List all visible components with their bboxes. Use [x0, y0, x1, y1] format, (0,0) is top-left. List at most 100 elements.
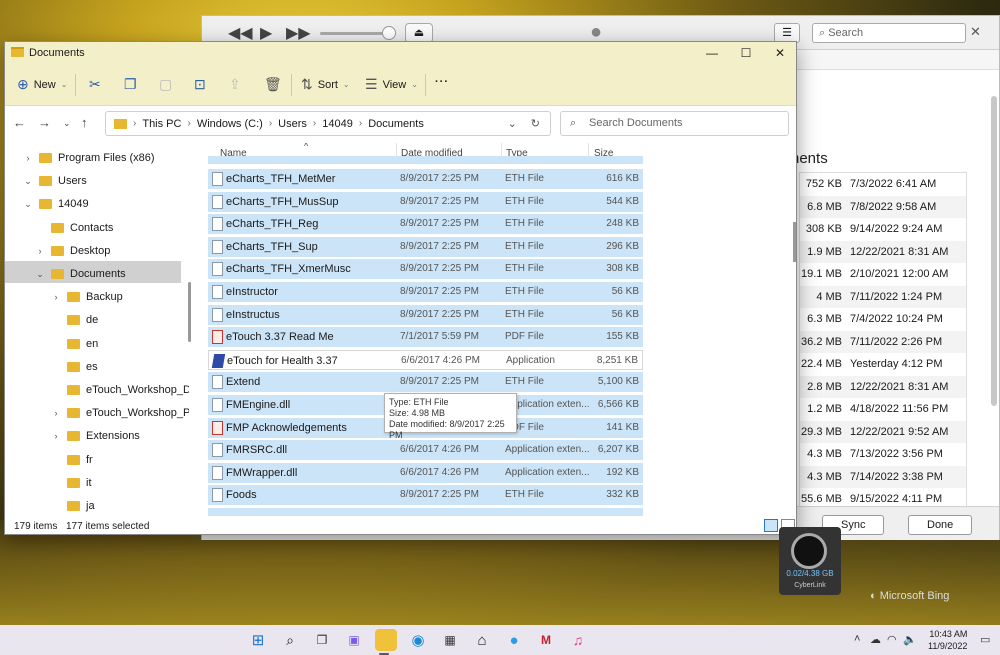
expand-chevron-icon[interactable]: ›: [35, 246, 45, 256]
breadcrumb-item[interactable]: Documents: [368, 118, 424, 130]
back-icon[interactable]: ←: [13, 115, 26, 130]
nav-item[interactable]: ⌄ Users: [23, 170, 87, 192]
table-row[interactable]: 308 KB 9/14/2022 9:24 AM: [800, 218, 966, 241]
expand-chevron-icon[interactable]: ⌄: [23, 199, 33, 210]
file-row[interactable]: eInstructus 8/9/2017 2:25 PM ETH File 56…: [208, 304, 643, 325]
new-button[interactable]: ⊕ New ⌄: [17, 76, 67, 93]
notifications-icon[interactable]: ▭: [980, 633, 990, 646]
table-row[interactable]: 6.8 MB 7/8/2022 9:58 AM: [800, 195, 966, 218]
dropdown-chevron-icon[interactable]: ⌄: [508, 117, 517, 130]
task-view-icon[interactable]: ❐: [311, 629, 333, 651]
itunes-scrollbar[interactable]: [991, 96, 997, 406]
itunes-icon[interactable]: ♫: [567, 629, 589, 651]
table-row[interactable]: 19.1 MB 2/10/2021 12:00 AM: [800, 263, 966, 286]
delete-button[interactable]: 🗑: [264, 76, 282, 93]
list-item-partial[interactable]: [208, 508, 643, 516]
expand-chevron-icon[interactable]: ⌄: [23, 176, 33, 187]
recent-chevron-icon[interactable]: ⌄: [63, 118, 71, 129]
breadcrumb-item[interactable]: Windows (C:): [197, 118, 263, 130]
search-input[interactable]: ⌕ Search Documents: [560, 111, 789, 136]
nav-item[interactable]: Contacts: [35, 217, 113, 239]
cloud-icon[interactable]: ☁: [870, 633, 881, 646]
nav-item[interactable]: › Extensions: [51, 425, 140, 447]
table-row[interactable]: 2.8 MB 12/22/2021 8:31 AM: [800, 375, 966, 398]
view-button[interactable]: ☰ View ⌄: [365, 76, 418, 93]
breadcrumb-chevron-icon[interactable]: ›: [133, 118, 136, 129]
wifi-icon[interactable]: ◠: [887, 633, 897, 646]
table-row[interactable]: 752 KB 7/3/2022 6:41 AM: [800, 173, 966, 196]
list-scrollbar[interactable]: [793, 222, 796, 262]
fast-forward-icon[interactable]: ▶▶: [286, 23, 311, 43]
minimize-icon[interactable]: —: [695, 44, 729, 62]
teams-chat-icon[interactable]: ▣: [343, 629, 365, 651]
edge-icon[interactable]: ◉: [407, 629, 429, 651]
nav-item[interactable]: es: [51, 356, 98, 378]
table-row[interactable]: 4 MB 7/11/2022 1:24 PM: [800, 285, 966, 308]
list-view-icon[interactable]: ☰: [774, 23, 800, 43]
file-row[interactable]: FMWrapper.dll 6/6/2017 4:26 PM Applicati…: [208, 462, 643, 483]
up-icon[interactable]: ↑: [81, 115, 88, 130]
search-icon[interactable]: ⌕: [279, 629, 301, 651]
itunes-close-icon[interactable]: ✕: [970, 24, 981, 40]
maximize-icon[interactable]: ☐: [729, 44, 763, 62]
table-row[interactable]: 1.2 MB 4/18/2022 11:56 PM: [800, 398, 966, 421]
file-row[interactable]: eCharts_TFH_MetMer 8/9/2017 2:25 PM ETH …: [208, 169, 643, 189]
nav-item[interactable]: › eTouch_Workshop_PDFs: [51, 402, 190, 424]
file-row[interactable]: eCharts_TFH_XmerMusc 8/9/2017 2:25 PM ET…: [208, 259, 643, 280]
bing-watermark[interactable]: ◐ Microsoft Bing: [870, 590, 949, 602]
table-row[interactable]: 36.2 MB 7/11/2022 2:26 PM: [800, 330, 966, 353]
rewind-icon[interactable]: ◀◀: [228, 23, 253, 43]
start-icon[interactable]: ⊞: [247, 629, 269, 651]
breadcrumb-item[interactable]: This PC: [142, 118, 181, 130]
details-view-icon[interactable]: [764, 519, 778, 532]
clock[interactable]: 10:43 AM 11/9/2022: [928, 628, 967, 652]
done-button[interactable]: Done: [908, 515, 973, 535]
expand-chevron-icon[interactable]: ⌄: [35, 269, 45, 280]
volume-knob[interactable]: [382, 26, 396, 40]
list-item-partial[interactable]: [208, 156, 643, 164]
nav-item[interactable]: ⌄ 14049: [23, 193, 88, 215]
nav-item[interactable]: it: [51, 472, 92, 494]
table-row[interactable]: 4.3 MB 7/14/2022 3:38 PM: [800, 465, 966, 488]
file-row[interactable]: eInstructor 8/9/2017 2:25 PM ETH File 56…: [208, 282, 643, 302]
breadcrumb-chevron-icon[interactable]: ›: [313, 118, 316, 129]
expand-chevron-icon[interactable]: ›: [51, 431, 61, 441]
breadcrumb-chevron-icon[interactable]: ›: [269, 118, 272, 129]
nav-item[interactable]: › Desktop: [35, 240, 111, 262]
play-icon[interactable]: ▶: [260, 23, 272, 43]
file-row[interactable]: eTouch 3.37 Read Me 7/1/2017 5:59 PM PDF…: [208, 327, 643, 348]
help-icon[interactable]: ●: [503, 629, 525, 651]
forward-icon[interactable]: →: [38, 115, 51, 130]
file-row[interactable]: Foods 8/9/2017 2:25 PM ETH File 332 KB: [208, 485, 643, 506]
nav-item[interactable]: › Program Files (x86): [23, 147, 155, 169]
expand-chevron-icon[interactable]: ›: [23, 153, 33, 163]
nav-item[interactable]: eTouch_Workshop_Data: [51, 379, 189, 401]
more-options-button[interactable]: ···: [435, 76, 449, 88]
nav-item[interactable]: fr: [51, 449, 93, 471]
cut-button[interactable]: ✂: [89, 76, 101, 93]
volume-slider[interactable]: [320, 32, 390, 35]
file-row[interactable]: FMRSRC.dll 6/6/2017 4:26 PM Application …: [208, 440, 643, 461]
tray-chevron-icon[interactable]: ˄: [854, 633, 860, 645]
nav-item[interactable]: ja: [51, 495, 95, 516]
nav-item[interactable]: de: [51, 309, 98, 331]
share-button[interactable]: ⇪: [229, 76, 241, 93]
nav-item[interactable]: ⌄ Documents: [35, 263, 125, 285]
breadcrumb-item[interactable]: Users: [278, 118, 307, 130]
breadcrumb-chevron-icon[interactable]: ›: [187, 118, 190, 129]
expand-chevron-icon[interactable]: ›: [51, 408, 61, 418]
cyberlink-widget[interactable]: 0.02/4.38 GB CyberLink: [779, 527, 841, 595]
breadcrumb-chevron-icon[interactable]: ›: [359, 118, 362, 129]
rename-button[interactable]: ⊡: [194, 76, 206, 93]
file-row[interactable]: eCharts_TFH_Reg 8/9/2017 2:25 PM ETH Fil…: [208, 214, 643, 235]
nav-item[interactable]: en: [51, 333, 98, 355]
table-row[interactable]: 1.9 MB 12/22/2021 8:31 AM: [800, 240, 966, 263]
file-row[interactable]: eCharts_TFH_MusSup 8/9/2017 2:25 PM ETH …: [208, 191, 643, 212]
table-row[interactable]: 6.3 MB 7/4/2022 10:24 PM: [800, 308, 966, 331]
store-icon[interactable]: ▦: [439, 629, 461, 651]
copy-button[interactable]: ❐: [124, 76, 137, 93]
nav-item[interactable]: › Backup: [51, 286, 123, 308]
file-explorer-icon[interactable]: [375, 629, 397, 651]
sort-button[interactable]: ⇅ Sort ⌄: [301, 76, 350, 93]
file-row[interactable]: Extend 8/9/2017 2:25 PM ETH File 5,100 K…: [208, 372, 643, 393]
